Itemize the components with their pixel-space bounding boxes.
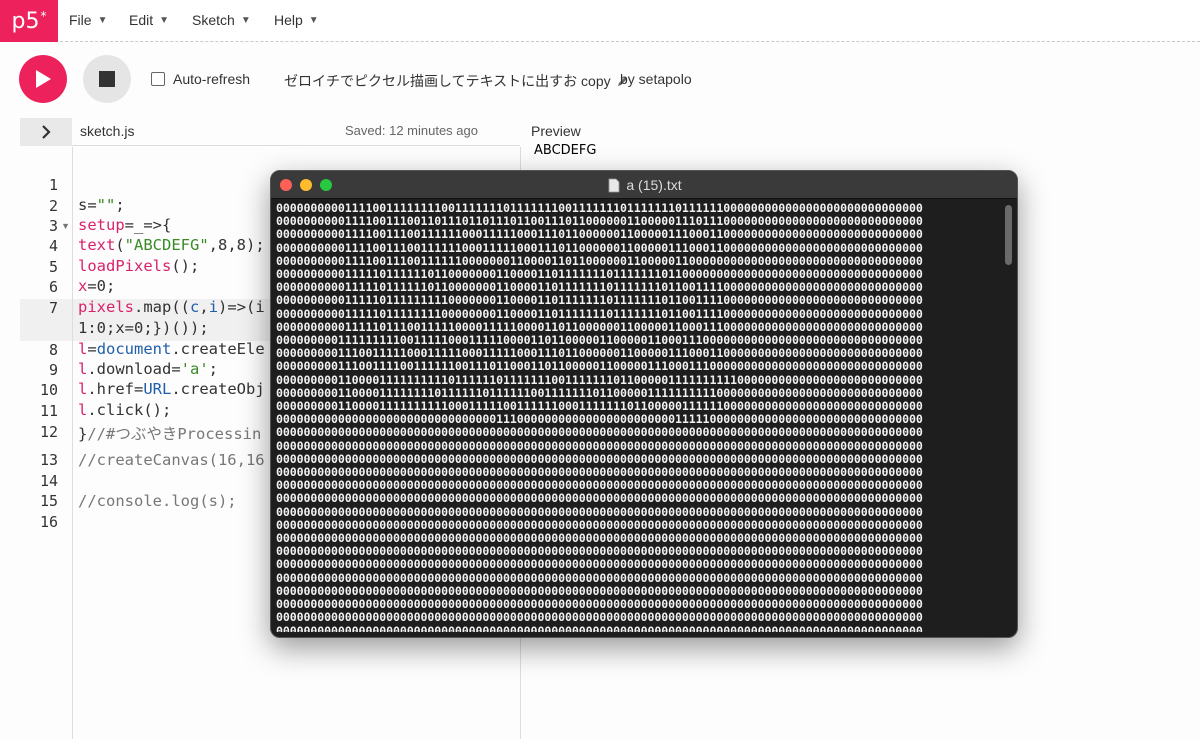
saved-status: Saved: 12 minutes ago [345, 123, 478, 138]
file-content-line: 0000000000000000000000000000000000000000… [276, 610, 923, 625]
auto-refresh-checkbox[interactable] [151, 72, 165, 86]
file-content-line: 0000000000000000000000000000000000000000… [276, 570, 923, 585]
file-content[interactable]: 0000000000111100111111110011111110111111… [276, 202, 1001, 632]
code-line: l.download='a'; [78, 360, 219, 378]
line-number-gutter: 1 2 3 ▼ 4 5 6 7 8 9 10 11 12 13 14 15 16 [20, 147, 73, 739]
code-line: //createCanvas(16,16 [78, 451, 265, 469]
preview-label: Preview [531, 123, 581, 139]
menu-file[interactable]: File ▼ [69, 12, 107, 28]
line-number: 15 [39, 492, 58, 510]
code-line: pixels.map((c,i)=>(i [78, 298, 265, 316]
auto-refresh-toggle[interactable]: Auto-refresh [151, 71, 250, 87]
code-line: }//#つぶやきProcessin [78, 425, 262, 443]
file-content-line: 0000000000000000000000000000000000000000… [276, 491, 923, 506]
stop-icon [99, 71, 115, 87]
menu-sketch[interactable]: Sketch ▼ [192, 12, 251, 28]
code-line: loadPixels(); [78, 257, 200, 275]
file-content-line: 0000000000000000000000000000000000000000… [276, 438, 923, 453]
file-content-line: 0000000000111110111111111000000011000011… [276, 293, 923, 308]
code-line: //console.log(s); [78, 492, 237, 510]
fold-arrow-icon[interactable]: ▼ [61, 221, 70, 231]
line-number: 11 [39, 402, 58, 420]
auto-refresh-label: Auto-refresh [173, 71, 251, 87]
line-number: 1 [48, 176, 58, 194]
chevron-down-icon: ▼ [159, 14, 170, 26]
line-number: 7 [48, 299, 58, 317]
menu-edit[interactable]: Edit ▼ [129, 12, 169, 28]
stop-button[interactable] [83, 55, 131, 103]
line-number: 14 [39, 472, 58, 490]
chevron-right-icon [42, 125, 51, 139]
line-number: 10 [39, 381, 58, 399]
code-line: 1:0;x=0;})()); [78, 319, 209, 337]
sketch-author[interactable]: by setapolo [620, 71, 692, 87]
line-number: 6 [48, 278, 58, 296]
sketch-name-text: ゼロイチでピクセル描画してテキストに出すお copy [284, 73, 611, 89]
file-content-line: 0000000001100001111111111011111101111111… [276, 372, 923, 387]
file-content-line: 0000000000111100111001111110001111100011… [276, 240, 923, 255]
code-line: s=""; [78, 196, 125, 214]
editor-header: sketch.js Saved: 12 minutes ago [20, 118, 520, 146]
file-content-line: 0000000000000000000000000000000000000000… [276, 504, 923, 519]
file-content-line: 0000000000000000000000000000000000000000… [276, 623, 923, 632]
play-button[interactable] [19, 55, 67, 103]
code-line: l=document.createEle [78, 340, 265, 358]
line-number: 2 [48, 197, 58, 215]
line-number: 16 [39, 513, 58, 531]
file-content-line: 0000000000000000000000000000000000000000… [276, 425, 923, 440]
text-file-window[interactable]: a (15).txt 00000000001111001111111100111… [270, 170, 1018, 638]
chevron-down-icon: ▼ [308, 14, 319, 26]
sidebar-toggle-button[interactable] [20, 118, 72, 146]
line-number: 12 [39, 423, 58, 441]
code-line: l.href=URL.createObj [78, 380, 265, 398]
code-line: setup=_=>{ [78, 216, 172, 234]
document-icon [608, 178, 620, 192]
toolbar: Auto-refresh ゼロイチでピクセル描画してテキストに出すお copy … [0, 43, 1200, 117]
file-content-line: 0000000000111100111001111110001111100011… [276, 227, 923, 242]
file-content-line: 0000000000111110111111110000000011000011… [276, 306, 923, 321]
chevron-down-icon: ▼ [240, 14, 251, 26]
line-number: 5 [48, 258, 58, 276]
window-title: a (15).txt [271, 177, 1017, 193]
file-content-line: 0000000000000000000000000000000000000000… [276, 557, 923, 572]
sketch-name[interactable]: ゼロイチでピクセル描画してテキストに出すお copy [284, 71, 629, 91]
preview-canvas-text: ABCDEFG [534, 143, 597, 158]
file-tab[interactable]: sketch.js [80, 123, 134, 139]
top-nav: p5 * File ▼ Edit ▼ Sketch ▼ Help ▼ [0, 0, 1200, 42]
line-number: 3 [48, 217, 58, 235]
file-content-line: 0000000001110011110011111100111011000110… [276, 359, 923, 374]
line-number: 4 [48, 237, 58, 255]
line-number: 13 [39, 451, 58, 469]
code-line: x=0; [78, 277, 116, 295]
code-line: l.click(); [78, 401, 172, 419]
line-number: 9 [48, 361, 58, 379]
line-number: 8 [48, 341, 58, 359]
chevron-down-icon: ▼ [97, 14, 108, 26]
p5-logo[interactable]: p5 * [0, 0, 58, 42]
play-icon [36, 70, 51, 88]
scrollbar[interactable] [1005, 205, 1012, 265]
code-line: text("ABCDEFG",8,8); [78, 236, 265, 254]
window-titlebar[interactable]: a (15).txt [271, 171, 1017, 199]
menu-help[interactable]: Help ▼ [274, 12, 319, 28]
